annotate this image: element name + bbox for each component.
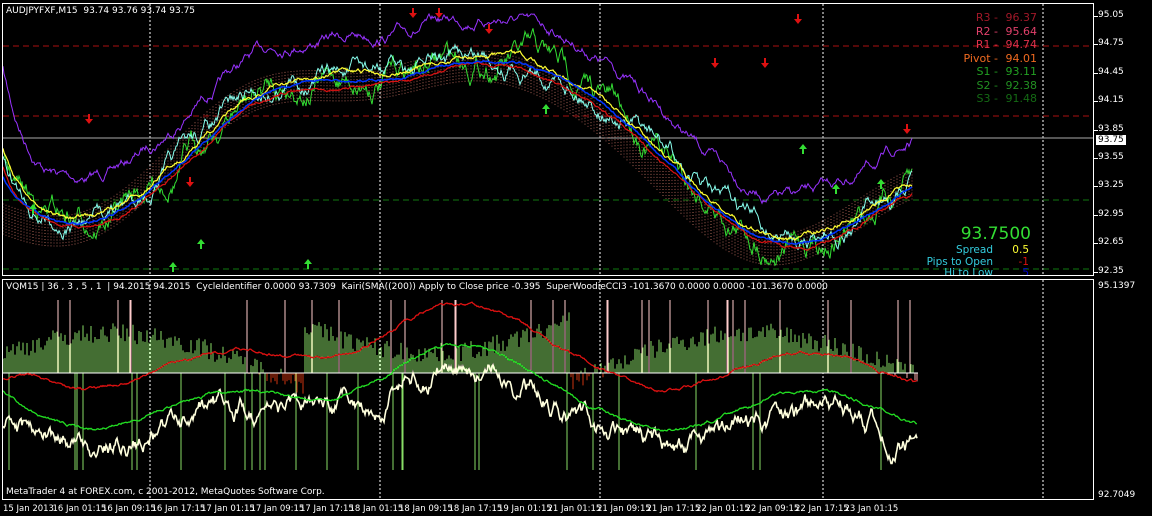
time-axis-label: 17 Jan 17:15	[300, 504, 354, 514]
pips-to-open-value: -1	[1018, 256, 1029, 268]
time-axis-label: 16 Jan 01:15	[52, 504, 107, 514]
price-axis-label: 93.85	[1098, 123, 1124, 134]
sell-arrow-icon	[794, 14, 802, 24]
time-axis-label: 22 Jan 17:15	[795, 504, 849, 514]
time-axis-label: 21 Jan 01:15	[547, 504, 602, 514]
pivot-label: R3 -	[975, 11, 998, 24]
buy-arrow-icon	[877, 179, 885, 189]
price-axis-label: 95.05	[1098, 10, 1124, 20]
red-ma-line	[3, 61, 913, 251]
hi-to-low-value: 5	[1022, 268, 1029, 275]
pivot-value: 96.37	[1005, 11, 1038, 24]
price-axis-label: 94.15	[1098, 95, 1124, 106]
price-axis-label: 94.45	[1098, 66, 1124, 77]
hi-to-low-label: Hi to Low	[944, 268, 993, 275]
pips-to-open-label: Pips to Open	[926, 256, 993, 268]
sell-arrow-icon	[435, 8, 443, 18]
pivot-value: 94.74	[1005, 38, 1038, 51]
indicator-window[interactable]: VQM15 | 36 , 3 , 5 , 1 | 94.2015 94.2015…	[2, 279, 1094, 500]
current-price-marker: 93.75	[1096, 135, 1126, 145]
pivot-value: 92.38	[1005, 78, 1038, 92]
pivot-label: Pivot -	[963, 51, 998, 65]
buy-arrow-icon	[169, 262, 177, 272]
time-axis-label: 21 Jan 17:15	[646, 504, 701, 514]
time-axis-label: 16 Jan 09:15	[102, 504, 156, 514]
price-chart-canvas[interactable]	[3, 4, 1093, 275]
time-axis-label: 19 Jan 01:15	[498, 504, 552, 514]
time-axis-label: 16 Jan 17:15	[151, 504, 206, 514]
indicator-axis-top: 95.1397	[1098, 281, 1136, 291]
time-axis-label: 23 Jan 01:15	[844, 504, 899, 514]
price-axis-label: 93.25	[1098, 180, 1124, 191]
time-axis-label: 18 Jan 01:15	[349, 504, 404, 514]
sell-arrow-icon	[761, 58, 769, 68]
buy-arrow-icon	[304, 259, 312, 269]
time-axis-label: 17 Jan 09:15	[250, 504, 305, 514]
pivot-value: 93.11	[1005, 65, 1038, 78]
cyan-line	[3, 43, 913, 251]
sell-arrow-icon	[485, 24, 493, 34]
purple-line	[3, 12, 913, 205]
time-axis-label: 15 Jan 2013	[3, 504, 54, 514]
pivot-label: R1 -	[975, 38, 998, 51]
sell-arrow-icon	[186, 177, 194, 187]
copyright-text: MetaTrader 4 at FOREX.com, c 2001-2012, …	[6, 487, 325, 497]
spread-label: Spread	[956, 244, 993, 256]
time-axis-label: 18 Jan 17:15	[448, 504, 503, 514]
pivot-label: S2 -	[976, 78, 998, 92]
buy-arrow-icon	[799, 144, 807, 154]
pivot-label: S3 -	[976, 92, 998, 105]
time-axis-label: 22 Jan 09:15	[745, 504, 800, 514]
yellow-ma-line	[3, 49, 913, 242]
price-axis-label: 94.75	[1098, 38, 1124, 49]
spread-value: 0.5	[1012, 244, 1029, 256]
sell-arrow-icon	[711, 58, 719, 68]
main-chart-window[interactable]: AUDJPYFXF,M15 93.74 93.76 93.74 93.75 R3…	[2, 3, 1094, 276]
sell-arrow-icon	[903, 124, 911, 134]
buy-arrow-icon	[542, 104, 550, 114]
indicator-axis-bottom: 92.7049	[1098, 490, 1136, 500]
pivot-label: S1 -	[976, 65, 998, 78]
price-axis-label: 92.95	[1098, 208, 1124, 219]
indicator-canvas[interactable]	[3, 280, 1093, 499]
indicator-title: VQM15 | 36 , 3 , 5 , 1 | 94.2015 94.2015…	[6, 282, 828, 292]
pivot-value: 95.64	[1005, 24, 1038, 38]
time-axis-label: 17 Jan 01:15	[201, 504, 255, 514]
buy-arrow-icon	[197, 239, 205, 249]
sell-arrow-icon	[409, 8, 417, 18]
pivot-label: R2 -	[975, 24, 998, 38]
price-axis-label: 92.35	[1098, 265, 1124, 276]
time-axis-label: 18 Jan 09:15	[399, 504, 453, 514]
pivot-value: 91.48	[1005, 92, 1038, 105]
chart-title: AUDJPYFXF,M15 93.74 93.76 93.74 93.75	[6, 6, 196, 16]
time-axis-label: 22 Jan 01:15	[696, 504, 750, 514]
kairi-line	[3, 362, 918, 465]
price-axis-label: 92.65	[1098, 237, 1124, 248]
time-axis-label: 21 Jan 09:15	[597, 504, 651, 514]
pivot-value: 94.01	[1005, 51, 1038, 65]
current-price-display: 93.7500	[960, 224, 1031, 244]
price-axis-label: 93.55	[1098, 152, 1124, 162]
